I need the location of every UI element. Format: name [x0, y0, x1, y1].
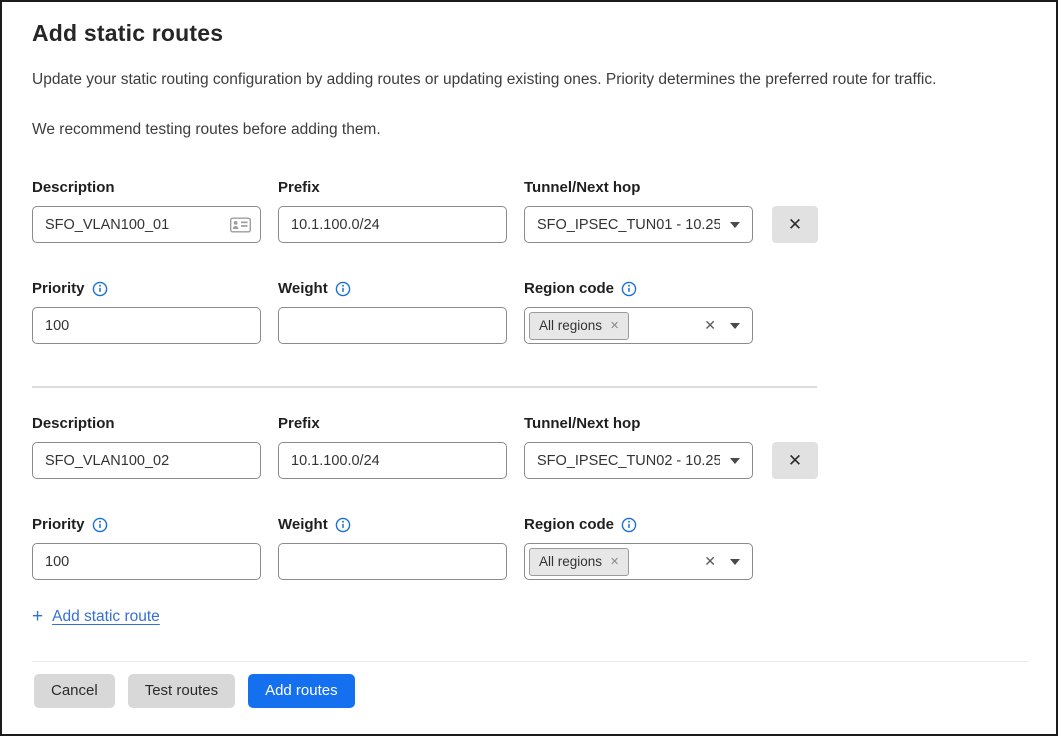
add-routes-button[interactable]: Add routes [248, 674, 355, 708]
priority-input[interactable] [32, 307, 261, 344]
priority-label-text: Priority [32, 279, 85, 299]
priority-input[interactable] [32, 543, 261, 580]
priority-label: Priority [32, 515, 261, 535]
prefix-label: Prefix [278, 178, 507, 198]
prefix-input[interactable] [278, 442, 507, 479]
info-icon[interactable] [335, 281, 351, 297]
weight-label-text: Weight [278, 515, 328, 535]
region-select[interactable]: All regions ✕ ✕ [524, 543, 753, 580]
weight-input[interactable] [278, 307, 507, 344]
region-code-label: Region code [524, 279, 753, 299]
remove-tag-icon[interactable]: ✕ [610, 319, 619, 332]
info-icon[interactable] [335, 517, 351, 533]
dialog-footer: Cancel Test routes Add routes [32, 661, 1028, 734]
recommendation-text: We recommend testing routes before addin… [32, 120, 1028, 140]
tunnel-select-value: SFO_IPSEC_TUN01 - 10.25... [537, 217, 720, 233]
priority-label: Priority [32, 279, 261, 299]
prefix-input[interactable] [278, 206, 507, 243]
region-tag-label: All regions [539, 318, 602, 333]
region-code-label-text: Region code [524, 515, 614, 535]
add-static-route-link[interactable]: + Add static route [32, 607, 160, 626]
clear-selection-icon[interactable]: ✕ [704, 317, 716, 334]
add-static-routes-dialog: Add static routes Update your static rou… [0, 0, 1058, 736]
prefix-label: Prefix [278, 414, 507, 434]
chevron-down-icon [730, 323, 740, 329]
remove-route-button[interactable]: ✕ [772, 206, 818, 243]
region-tag: All regions ✕ [529, 312, 629, 340]
info-icon[interactable] [92, 281, 108, 297]
description-label: Description [32, 178, 261, 198]
region-tag: All regions ✕ [529, 548, 629, 576]
region-code-label: Region code [524, 515, 753, 535]
tunnel-label: Tunnel/Next hop [524, 178, 753, 198]
description-input[interactable] [32, 442, 261, 479]
info-icon[interactable] [92, 517, 108, 533]
section-divider [32, 386, 817, 388]
description-label: Description [32, 414, 261, 434]
weight-label: Weight [278, 515, 507, 535]
region-code-label-text: Region code [524, 279, 614, 299]
add-static-route-label: Add static route [52, 608, 160, 626]
tunnel-select[interactable]: SFO_IPSEC_TUN02 - 10.25... [524, 442, 753, 479]
priority-label-text: Priority [32, 515, 85, 535]
chevron-down-icon [730, 458, 740, 464]
route-1-main-row: Description [32, 178, 1028, 243]
info-icon[interactable] [621, 281, 637, 297]
tunnel-select[interactable]: SFO_IPSEC_TUN01 - 10.25... [524, 206, 753, 243]
prefix-label-text: Prefix [278, 178, 320, 198]
route-1-secondary-row: Priority Weight [32, 279, 1028, 344]
tunnel-select-value: SFO_IPSEC_TUN02 - 10.25... [537, 453, 720, 469]
description-label-text: Description [32, 414, 115, 434]
remove-route-button[interactable]: ✕ [772, 442, 818, 479]
chevron-down-icon [730, 222, 740, 228]
route-2-secondary-row: Priority Weight [32, 515, 1028, 580]
clear-selection-icon[interactable]: ✕ [704, 553, 716, 570]
weight-label: Weight [278, 279, 507, 299]
info-icon[interactable] [621, 517, 637, 533]
weight-input[interactable] [278, 543, 507, 580]
remove-tag-icon[interactable]: ✕ [610, 555, 619, 568]
description-input[interactable] [32, 206, 261, 243]
route-2-main-row: Description Prefix Tunnel/Next hop SFO_I… [32, 414, 1028, 479]
chevron-down-icon [730, 559, 740, 565]
test-routes-button[interactable]: Test routes [128, 674, 235, 708]
page-title: Add static routes [32, 18, 1028, 48]
prefix-label-text: Prefix [278, 414, 320, 434]
tunnel-label-text: Tunnel/Next hop [524, 178, 640, 198]
plus-icon: + [32, 607, 43, 626]
description-label-text: Description [32, 178, 115, 198]
intro-text: Update your static routing configuration… [32, 70, 1028, 90]
route-section-1: Description [32, 178, 1028, 344]
contact-card-icon [230, 217, 251, 232]
tunnel-label: Tunnel/Next hop [524, 414, 753, 434]
weight-label-text: Weight [278, 279, 328, 299]
region-tag-label: All regions [539, 554, 602, 569]
region-select[interactable]: All regions ✕ ✕ [524, 307, 753, 344]
route-section-2: Description Prefix Tunnel/Next hop SFO_I… [32, 414, 1028, 580]
tunnel-label-text: Tunnel/Next hop [524, 414, 640, 434]
cancel-button[interactable]: Cancel [34, 674, 115, 708]
